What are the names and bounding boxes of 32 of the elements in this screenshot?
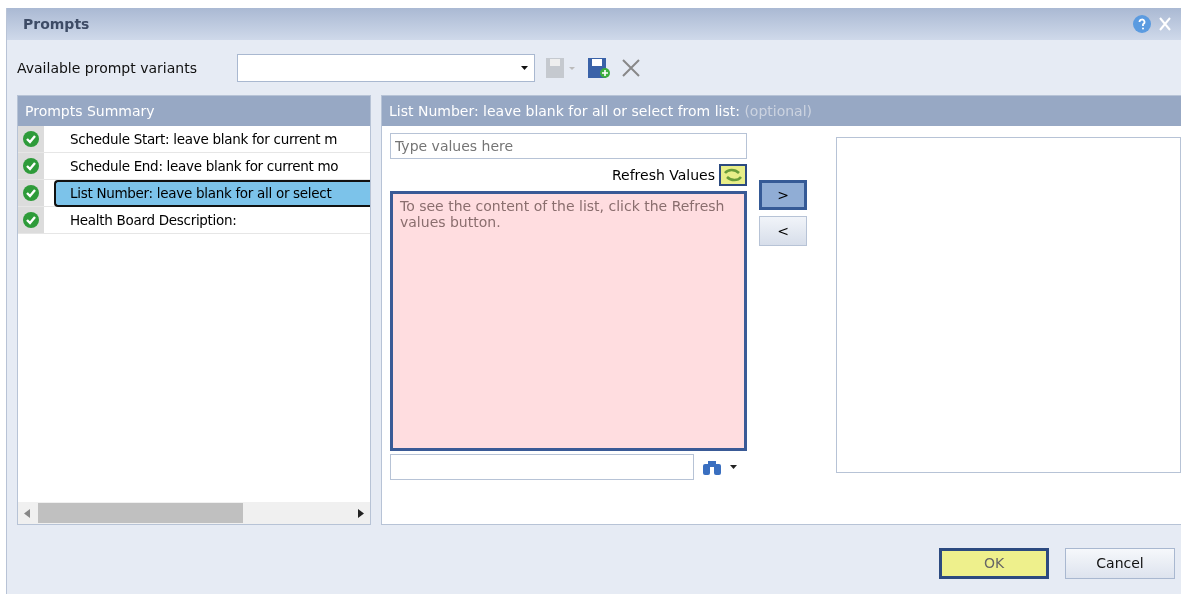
- prompt-item[interactable]: Schedule End: leave blank for current mo: [54, 158, 370, 174]
- checkmark-icon: [23, 212, 39, 228]
- save-as-icon[interactable]: [587, 56, 611, 79]
- ok-button[interactable]: OK: [939, 547, 1049, 579]
- close-icon[interactable]: [1159, 17, 1171, 31]
- cancel-button[interactable]: Cancel: [1065, 547, 1175, 579]
- refresh-icon[interactable]: [719, 164, 747, 186]
- horizontal-scrollbar[interactable]: [18, 502, 370, 524]
- binoculars-icon[interactable]: [702, 459, 722, 475]
- caret-icon: [521, 65, 528, 70]
- checkmark-icon: [23, 131, 39, 147]
- values-list[interactable]: To see the content of the list, click the Refresh values button.: [390, 191, 747, 451]
- panel-title: List Number: leave blank for all or select from list:: [389, 103, 740, 119]
- help-icon[interactable]: [1133, 15, 1151, 33]
- refresh-label: Refresh Values: [611, 167, 715, 183]
- prompt-item[interactable]: Health Board Description:: [54, 212, 370, 228]
- caret-icon[interactable]: [730, 465, 737, 469]
- scroll-right-icon[interactable]: [358, 508, 364, 518]
- variants-dropdown[interactable]: [237, 53, 535, 82]
- values-search-field[interactable]: Type values here: [390, 133, 747, 159]
- scroll-left-icon[interactable]: [24, 508, 30, 518]
- prompt-item[interactable]: Schedule Start: leave blank for current m: [54, 131, 370, 147]
- add-button[interactable]: >: [759, 180, 807, 210]
- checkmark-icon: [23, 185, 39, 201]
- delete-icon[interactable]: [621, 57, 641, 78]
- search-field[interactable]: [390, 454, 694, 480]
- checkmark-icon: [23, 158, 39, 174]
- window-title: Prompts: [23, 16, 91, 32]
- variants-label: Available prompt variants: [17, 59, 198, 76]
- remove-button[interactable]: <: [759, 216, 807, 246]
- panel-header: Prompts Summary: [18, 96, 370, 126]
- prompt-item[interactable]: List Number: leave blank for all or select: [54, 179, 370, 207]
